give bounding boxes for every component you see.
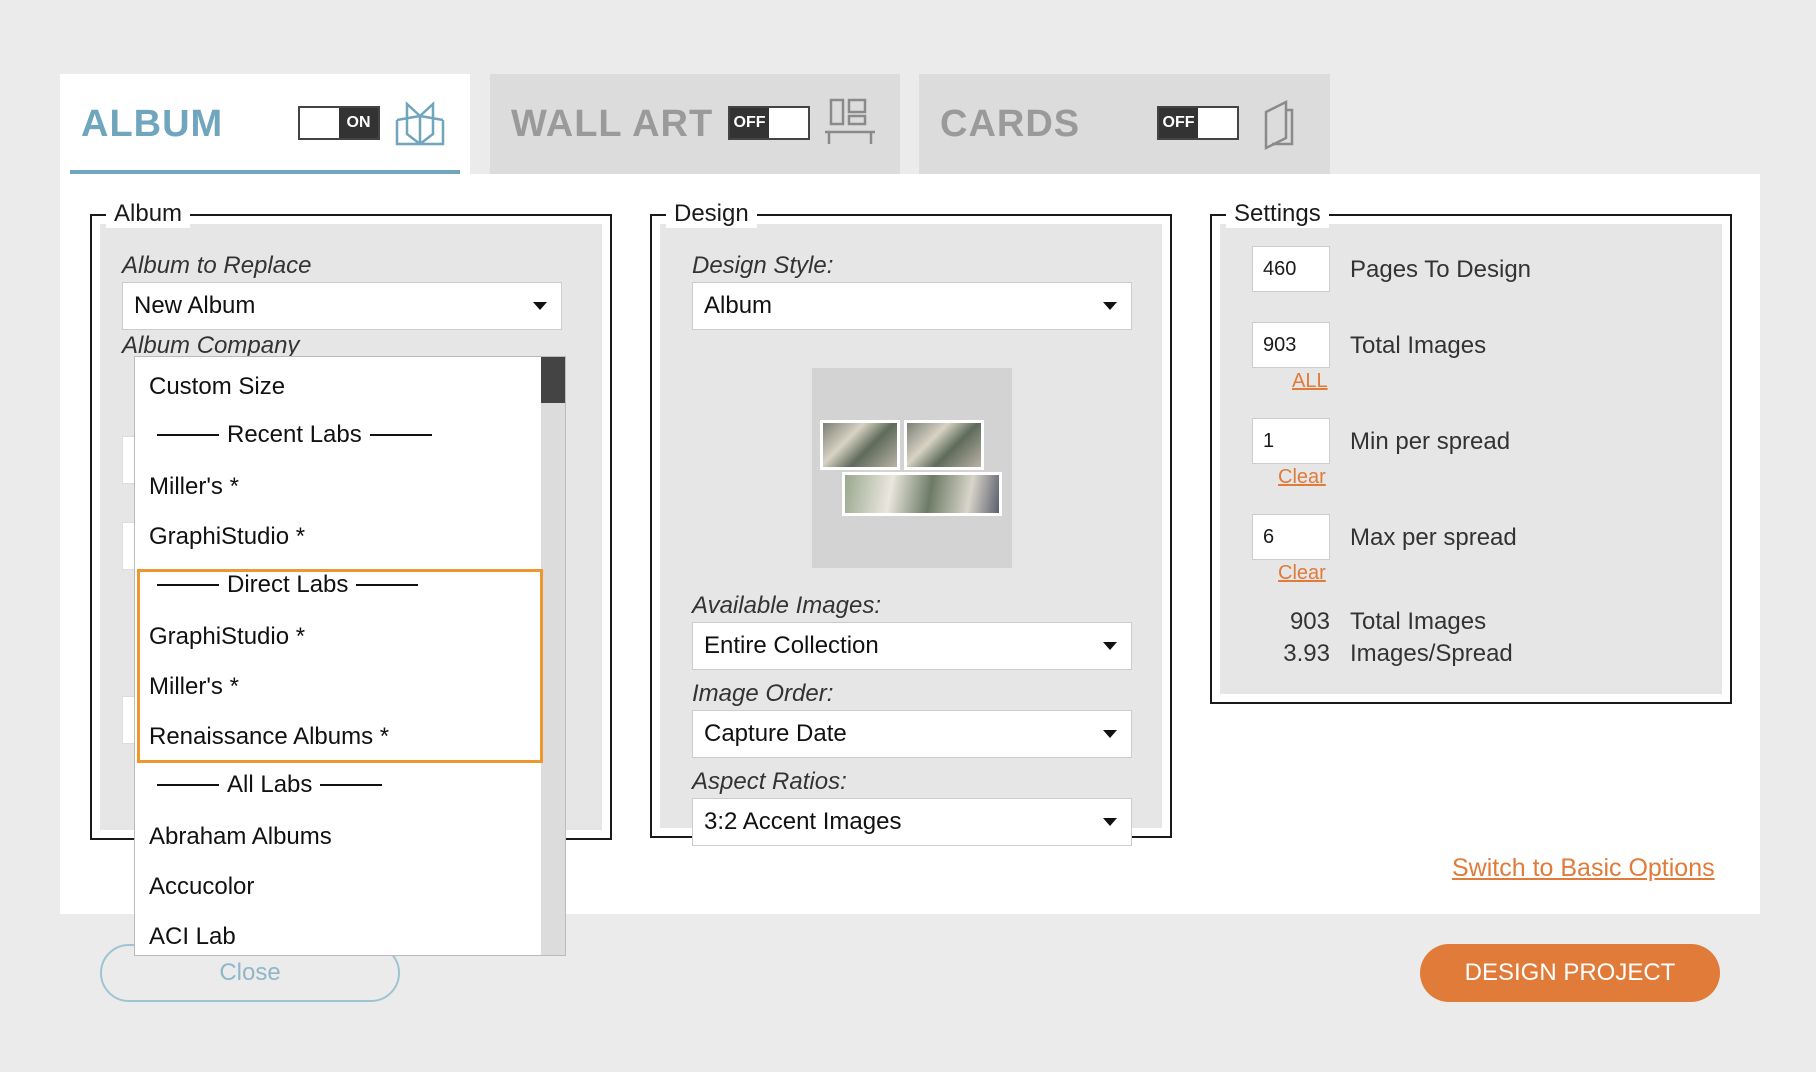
- album-legend: Album: [106, 200, 191, 228]
- dropdown-option[interactable]: Accucolor: [149, 873, 254, 901]
- switch-to-basic-options-link[interactable]: Switch to Basic Options: [1452, 854, 1715, 883]
- tab-album-title: ALBUM: [81, 103, 224, 145]
- image-order-value: Capture Date: [704, 720, 847, 747]
- stat-images-per-spread-value: 3.93: [1283, 640, 1330, 667]
- max-clear-link[interactable]: Clear: [1278, 562, 1326, 585]
- dropdown-option[interactable]: Abraham Albums: [149, 823, 332, 851]
- pages-to-design-label: Pages To Design: [1350, 256, 1532, 283]
- settings-legend: Settings: [1226, 200, 1329, 228]
- album-book-icon: [395, 101, 445, 146]
- tab-wall-art-title: WALL ART: [511, 103, 714, 145]
- tab-wall-art[interactable]: WALL ART OFF: [490, 74, 900, 174]
- max-per-spread-input[interactable]: 6: [1252, 514, 1330, 560]
- available-images-value: Entire Collection: [704, 632, 879, 659]
- cards-toggle[interactable]: OFF: [1157, 106, 1239, 140]
- album-toggle[interactable]: ON: [298, 106, 380, 140]
- album-replace-value: New Album: [134, 292, 256, 319]
- dropdown-option[interactable]: Renaissance Albums *: [149, 723, 389, 751]
- dropdown-option[interactable]: GraphiStudio *: [149, 523, 305, 551]
- aspect-ratios-label: Aspect Ratios:: [692, 768, 847, 795]
- dropdown-option[interactable]: GraphiStudio *: [149, 623, 305, 651]
- all-images-link[interactable]: ALL: [1292, 370, 1328, 393]
- tab-album[interactable]: ALBUM ON: [60, 74, 470, 174]
- stat-total-images-value: 903: [1289, 608, 1330, 635]
- design-style-select[interactable]: Album: [692, 282, 1132, 330]
- dropdown-scrollbar[interactable]: [541, 357, 565, 955]
- preview-photo: [842, 472, 1002, 516]
- min-per-spread-input[interactable]: 1: [1252, 418, 1330, 464]
- total-images-label: Total Images: [1350, 332, 1487, 359]
- design-legend: Design: [666, 200, 757, 228]
- dropdown-option[interactable]: Miller's *: [149, 673, 239, 701]
- dropdown-group-direct-labs: Direct Labs: [149, 571, 426, 599]
- chevron-down-icon: [1103, 730, 1117, 738]
- design-fieldset: Design Style: Album Available Images: En…: [650, 200, 1172, 846]
- chevron-down-icon: [1103, 302, 1117, 310]
- album-company-dropdown-list[interactable]: Custom Size Recent Labs Miller's * Graph…: [134, 356, 566, 956]
- dropdown-scrollbar-thumb[interactable]: [541, 357, 565, 403]
- chevron-down-icon: [1103, 642, 1117, 650]
- dropdown-group-recent-labs: Recent Labs: [149, 421, 440, 449]
- preview-photo: [904, 420, 984, 470]
- tab-cards-title: CARDS: [940, 103, 1081, 145]
- wall-art-toggle[interactable]: OFF: [728, 106, 810, 140]
- available-images-label: Available Images:: [692, 592, 881, 619]
- wall-art-icon: [825, 98, 875, 144]
- cards-icon: [1264, 99, 1294, 151]
- album-replace-select[interactable]: New Album: [122, 282, 562, 330]
- chevron-down-icon: [533, 302, 547, 310]
- dropdown-option[interactable]: ACI Lab: [149, 923, 236, 951]
- pages-to-design-input[interactable]: 460: [1252, 246, 1330, 292]
- design-style-value: Album: [704, 292, 773, 319]
- settings-fieldset: 460 Pages To Design 903 Total Images ALL…: [1210, 200, 1732, 704]
- min-per-spread-label: Min per spread: [1350, 428, 1511, 455]
- min-clear-link[interactable]: Clear: [1278, 466, 1326, 489]
- preview-photo: [820, 420, 900, 470]
- max-per-spread-label: Max per spread: [1350, 524, 1517, 551]
- cards-toggle-label: OFF: [1159, 108, 1198, 138]
- design-style-label: Design Style:: [692, 252, 834, 279]
- stat-images-per-spread-label: Images/Spread: [1350, 640, 1513, 667]
- wall-art-toggle-label: OFF: [730, 108, 769, 138]
- dropdown-option-custom-size[interactable]: Custom Size: [149, 373, 285, 401]
- image-order-select[interactable]: Capture Date: [692, 710, 1132, 758]
- tab-cards[interactable]: CARDS OFF: [919, 74, 1330, 174]
- stat-total-images-label: Total Images: [1350, 608, 1487, 635]
- total-images-input[interactable]: 903: [1252, 322, 1330, 368]
- chevron-down-icon: [1103, 818, 1117, 826]
- image-order-label: Image Order:: [692, 680, 834, 707]
- design-preview: [812, 368, 1012, 568]
- aspect-ratios-value: 3:2 Accent Images: [704, 808, 902, 835]
- album-toggle-label: ON: [339, 108, 378, 138]
- design-project-button[interactable]: DESIGN PROJECT: [1420, 944, 1720, 1002]
- dropdown-option[interactable]: Miller's *: [149, 473, 239, 501]
- dropdown-group-all-labs: All Labs: [149, 771, 390, 799]
- aspect-ratios-select[interactable]: 3:2 Accent Images: [692, 798, 1132, 846]
- available-images-select[interactable]: Entire Collection: [692, 622, 1132, 670]
- album-replace-label: Album to Replace: [122, 252, 312, 279]
